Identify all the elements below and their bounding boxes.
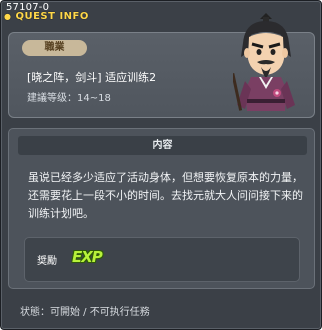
recommended-level: 建議等级：14~18 xyxy=(27,93,111,104)
job-badge: 職業 xyxy=(22,40,87,56)
quest-description: 虽说已经多少适应了活动身体，但想要恢复原本的力量，还需要花上一段不小的时间。去找… xyxy=(28,171,303,220)
yellow-dot-icon: ● xyxy=(4,12,12,21)
quest-name: [晓之阵，剑斗] 适应训练2 xyxy=(27,71,157,84)
window-title-text: QUEST INFO xyxy=(15,11,89,22)
exp-icon: EXP xyxy=(72,248,103,266)
quest-info-window: 57107-0 ● QUEST INFO 職業 [晓之阵，剑斗] 适应训练2 建議… xyxy=(0,0,322,330)
quest-status: 状態：可開始 / 不可执行任務 xyxy=(20,307,150,318)
window-title: ● QUEST INFO xyxy=(4,11,89,22)
reward-label: 奨勵 xyxy=(37,256,57,267)
content-header: 内容 xyxy=(18,136,307,155)
reward-panel: 奨勵 EXP xyxy=(24,237,300,282)
npc-portrait-icon xyxy=(233,13,295,111)
content-panel: 内容 虽说已经多少适应了活动身体，但想要恢复原本的力量，还需要花上一段不小的时间… xyxy=(8,128,315,289)
